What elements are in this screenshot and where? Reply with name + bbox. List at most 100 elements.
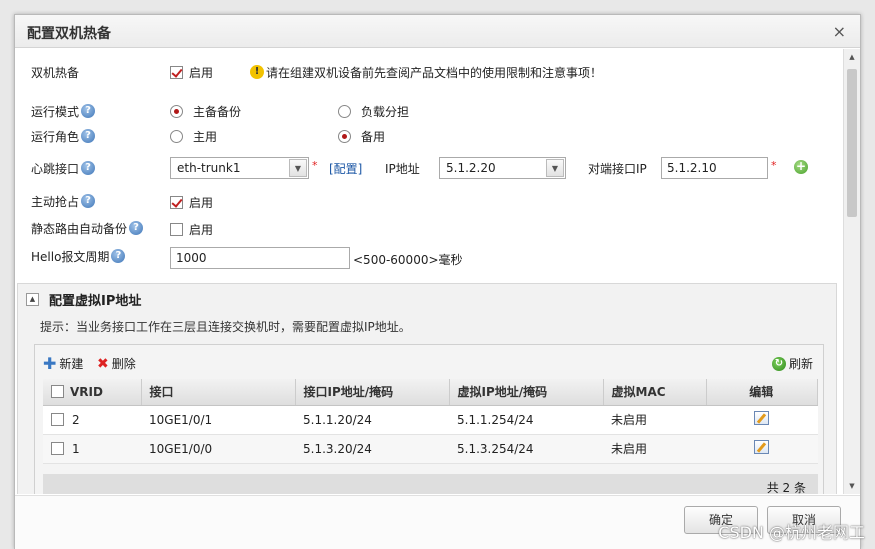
ha-enable-checkbox[interactable]: [170, 65, 183, 79]
add-icon[interactable]: +: [794, 160, 808, 174]
close-icon[interactable]: ×: [833, 22, 846, 41]
virtual-ip-grid: ✚ 新建 ✖ 删除 ↻ 刷新 VRID 接口 接口IP地址/掩码 虚拟IP地址/…: [34, 344, 824, 494]
ip-value: 5.1.2.20: [446, 161, 496, 175]
hello-period-input[interactable]: 1000: [170, 247, 350, 269]
peer-ip-input[interactable]: 5.1.2.10: [661, 157, 768, 179]
row-checkbox[interactable]: [51, 413, 64, 426]
hello-row: Hello报文周期 ? 1000 <500-60000>毫秒: [31, 245, 831, 269]
scroll-up-icon[interactable]: ▲: [844, 51, 860, 63]
collapse-icon[interactable]: ▲: [26, 293, 39, 306]
mode-option-label: 负载分担: [361, 104, 410, 119]
role-option-backup[interactable]: 备用: [338, 128, 385, 145]
help-icon[interactable]: ?: [81, 161, 96, 175]
heartbeat-row: 心跳接口 ? eth-trunk1 ▼ * [配置] IP地址 5.1.2.20…: [31, 157, 831, 179]
column-header-interface[interactable]: 接口: [141, 379, 296, 406]
dialog-title: 配置双机热备: [27, 26, 111, 42]
preempt-checkbox[interactable]: [170, 196, 183, 209]
dialog-titlebar: 配置双机热备 ×: [15, 15, 860, 48]
column-header-label: VRID: [70, 384, 103, 399]
ha-checkbox-group[interactable]: 启用: [170, 64, 213, 81]
role-option-label: 主用: [193, 129, 218, 144]
mode-option-active-standby[interactable]: 主备备份: [170, 103, 241, 120]
warning-message: ! 请在组建双机设备前先查阅产品文档中的使用限制和注意事项！: [250, 64, 602, 81]
cell-interface-ip: 5.1.1.20/24: [295, 405, 449, 435]
ha-label: 双机热备: [31, 65, 80, 80]
role-option-label: 备用: [361, 129, 386, 144]
mode-radio-load-sharing[interactable]: [338, 104, 351, 118]
cell-virtual-mac: 未启用: [603, 434, 706, 464]
select-all-checkbox[interactable]: [51, 385, 64, 399]
static-route-label: 静态路由自动备份: [31, 221, 128, 236]
column-header-virtual-mac[interactable]: 虚拟MAC: [603, 379, 707, 406]
chevron-down-icon[interactable]: ▼: [546, 159, 564, 177]
watermark: CSDN @杭州老网工: [718, 523, 865, 542]
column-header-interface-ip[interactable]: 接口IP地址/掩码: [295, 379, 450, 406]
mode-row: 运行模式 ? 主备备份 负载分担: [31, 100, 831, 122]
delete-button[interactable]: ✖ 删除: [97, 355, 136, 372]
virtual-ip-panel-title: 配置虚拟IP地址: [49, 294, 142, 309]
refresh-button-label: 刷新: [788, 357, 813, 371]
edit-icon[interactable]: [753, 411, 769, 425]
cell-interface: 10GE1/0/1: [141, 405, 295, 435]
role-label: 运行角色: [31, 129, 80, 144]
form-scroll-area[interactable]: 双机热备 启用 ! 请在组建双机设备前先查阅产品文档中的使用限制和注意事项！ 运…: [15, 49, 853, 494]
mode-radio-active-standby[interactable]: [170, 104, 183, 118]
table-row[interactable]: 2 10GE1/0/1 5.1.1.20/24 5.1.1.254/24 未启用: [43, 405, 818, 435]
mode-option-load-sharing[interactable]: 负载分担: [338, 103, 409, 120]
delete-button-label: 删除: [111, 357, 136, 371]
role-radio-master[interactable]: [170, 129, 183, 143]
column-header-vrid: VRID: [43, 379, 142, 406]
static-route-checkbox-group[interactable]: 启用: [170, 221, 213, 238]
required-mark: *: [771, 159, 777, 172]
virtual-ip-panel-header: ▲ 配置虚拟IP地址: [26, 290, 141, 309]
virtual-ip-panel: ▲ 配置虚拟IP地址 提示：当业务接口工作在三层且连接交换机时，需要配置虚拟IP…: [17, 283, 837, 494]
role-option-master[interactable]: 主用: [170, 128, 217, 145]
ha-row: 双机热备 启用 ! 请在组建双机设备前先查阅产品文档中的使用限制和注意事项！: [31, 61, 831, 83]
scroll-down-icon[interactable]: ▼: [844, 480, 860, 492]
help-icon[interactable]: ?: [81, 194, 96, 208]
column-header-virtual-ip[interactable]: 虚拟IP地址/掩码: [449, 379, 604, 406]
ip-select[interactable]: 5.1.2.20 ▼: [439, 157, 566, 179]
heartbeat-select[interactable]: eth-trunk1 ▼: [170, 157, 309, 179]
record-count: 共 2 条: [766, 481, 806, 494]
preempt-enable-label: 启用: [189, 196, 214, 210]
edit-icon[interactable]: [753, 440, 769, 454]
static-route-checkbox[interactable]: [170, 223, 183, 236]
help-icon[interactable]: ?: [81, 104, 96, 118]
plus-icon: ✚: [43, 353, 57, 373]
preempt-row: 主动抢占 ? 启用: [31, 190, 831, 212]
scrollbar-thumb[interactable]: [847, 69, 857, 217]
chevron-down-icon[interactable]: ▼: [289, 159, 307, 177]
preempt-checkbox-group[interactable]: 启用: [170, 194, 213, 211]
ha-config-dialog: 配置双机热备 × 双机热备 启用 ! 请在组建双机设备前先查阅产品文档中的使用限…: [14, 14, 861, 549]
refresh-button[interactable]: ↻ 刷新: [771, 355, 813, 372]
warning-icon: !: [250, 65, 264, 79]
refresh-icon: ↻: [771, 356, 786, 371]
role-radio-backup[interactable]: [338, 129, 351, 143]
preempt-label-group: 主动抢占 ?: [31, 193, 96, 210]
vrid-value: 1: [72, 441, 80, 456]
cell-interface-ip: 5.1.3.20/24: [295, 434, 449, 464]
new-button-label: 新建: [59, 357, 84, 371]
delete-icon: ✖: [97, 355, 109, 372]
cell-virtual-ip: 5.1.1.254/24: [449, 405, 603, 435]
cell-interface: 10GE1/0/0: [141, 434, 295, 464]
config-link[interactable]: [配置]: [329, 160, 362, 177]
row-checkbox[interactable]: [51, 442, 64, 455]
cell-edit: [706, 434, 818, 464]
help-icon[interactable]: ?: [81, 129, 96, 143]
new-button[interactable]: ✚ 新建: [43, 355, 83, 372]
virtual-ip-table: VRID 接口 接口IP地址/掩码 虚拟IP地址/掩码 虚拟MAC 编辑 2 1…: [43, 379, 818, 464]
cell-vrid: 1: [43, 434, 141, 464]
cell-edit: [706, 405, 818, 435]
table-row[interactable]: 1 10GE1/0/0 5.1.3.20/24 5.1.3.254/24 未启用: [43, 434, 818, 464]
warning-text: 请在组建双机设备前先查阅产品文档中的使用限制和注意事项！: [266, 65, 603, 80]
ip-label: IP地址: [385, 162, 420, 176]
static-route-enable-label: 启用: [189, 223, 214, 237]
ha-enable-label: 启用: [189, 65, 214, 80]
cell-vrid: 2: [43, 405, 141, 435]
static-route-row: 静态路由自动备份 ? 启用: [31, 217, 831, 239]
help-icon[interactable]: ?: [111, 249, 126, 263]
help-icon[interactable]: ?: [129, 221, 144, 235]
vertical-scrollbar[interactable]: ▲ ▼: [843, 49, 860, 494]
